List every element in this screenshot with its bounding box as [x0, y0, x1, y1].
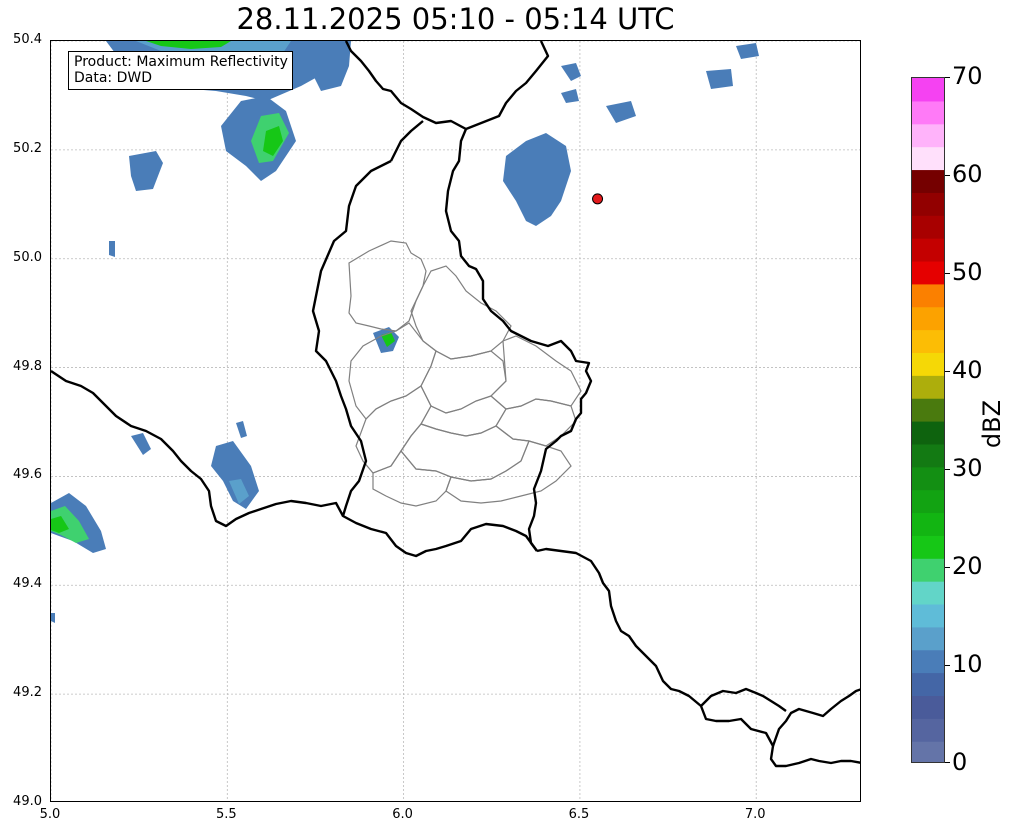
colorbar-segment — [912, 626, 944, 651]
map-gridlines — [51, 41, 860, 801]
radar-echoes — [51, 41, 759, 623]
radar-echo — [561, 89, 579, 103]
colorbar-tick-mark — [945, 762, 950, 763]
colorbar-segment — [912, 306, 944, 331]
colorbar-tick-mark — [945, 371, 950, 372]
radar-echo — [706, 69, 733, 89]
colorbar-gradient — [912, 78, 944, 762]
colorbar-segment — [912, 146, 944, 171]
colorbar-segment — [912, 741, 944, 762]
colorbar-tick-label: 0 — [952, 748, 968, 776]
colorbar-segment — [912, 192, 944, 216]
colorbar-segment — [912, 672, 944, 696]
colorbar-tick-label: 70 — [952, 62, 983, 90]
colorbar-segment — [912, 466, 944, 491]
colorbar-tick-mark — [945, 665, 950, 666]
colorbar-segment — [912, 260, 944, 285]
colorbar-segment — [912, 398, 944, 422]
colorbar-segment — [912, 169, 944, 193]
colorbar-segment — [912, 100, 944, 125]
colorbar-segment — [912, 558, 944, 582]
info-box: Product: Maximum Reflectivity Data: DWD — [68, 51, 293, 90]
colorbar-segment — [912, 329, 944, 353]
colorbar-segment — [912, 581, 944, 605]
colorbar-segment — [912, 123, 944, 148]
radar-echo — [109, 241, 115, 257]
radar-echo — [236, 421, 247, 438]
y-tick-label: 49.4 — [13, 576, 42, 592]
colorbar-segment — [912, 603, 944, 628]
radar-echo — [51, 613, 55, 623]
colorbar-segment — [912, 78, 944, 102]
y-tick-label: 49.8 — [13, 358, 42, 374]
colorbar-segment — [912, 512, 944, 536]
colorbar-segment — [912, 215, 944, 239]
colorbar-tick-mark — [945, 273, 950, 274]
colorbar-tick-mark — [945, 567, 950, 568]
colorbar-tick-label: 20 — [952, 552, 983, 580]
radar-echo — [211, 441, 259, 509]
product-label: Product: Maximum Reflectivity — [74, 54, 288, 70]
colorbar-tick-label: 50 — [952, 258, 983, 286]
colorbar-segment — [912, 283, 944, 308]
colorbar-segment — [912, 695, 944, 719]
colorbar-segment — [912, 375, 944, 399]
district-borders — [348, 240, 582, 507]
colorbar-tick-label: 60 — [952, 160, 983, 188]
x-tick-label: 6.5 — [568, 807, 590, 822]
colorbar-tick-label: 10 — [952, 650, 983, 678]
y-tick-label: 49.6 — [13, 467, 42, 483]
map-panel[interactable] — [50, 40, 861, 802]
location-marker[interactable] — [592, 193, 604, 205]
colorbar-segment — [912, 352, 944, 376]
colorbar-segment — [912, 238, 944, 262]
y-tick-label: 50.2 — [13, 140, 42, 156]
radar-echo — [503, 133, 571, 226]
radar-echo — [306, 41, 351, 91]
colorbar-tick-mark — [945, 175, 950, 176]
x-tick-label: 5.0 — [39, 807, 61, 822]
map-canvas[interactable] — [51, 41, 861, 802]
colorbar-tick-mark — [945, 77, 950, 78]
x-tick-label: 5.5 — [215, 807, 237, 822]
colorbar-segment — [912, 421, 944, 445]
radar-echo — [606, 101, 636, 123]
radar-echo — [561, 63, 581, 81]
data-source-label: Data: DWD — [74, 70, 152, 86]
y-tick-label: 50.0 — [13, 249, 42, 265]
radar-echo — [131, 433, 151, 455]
colorbar-segment — [912, 649, 944, 674]
colorbar-tick-mark — [945, 469, 950, 470]
colorbar-tick-label: 30 — [952, 454, 983, 482]
y-tick-label: 50.4 — [13, 32, 42, 47]
y-tick-label: 49.2 — [13, 685, 42, 701]
colorbar-tick-label: 40 — [952, 356, 983, 384]
x-tick-label: 6.0 — [392, 807, 413, 822]
radar-echo — [129, 151, 163, 191]
colorbar-segment — [912, 489, 944, 514]
radar-echo — [736, 43, 759, 59]
colorbar-segment — [912, 443, 944, 468]
map-title: 28.11.2025 05:10 - 05:14 UTC — [236, 2, 675, 36]
y-tick-label: 49.0 — [13, 794, 42, 809]
colorbar-label: dBZ — [978, 399, 1006, 449]
colorbar-segment — [912, 718, 944, 742]
colorbar — [911, 77, 945, 763]
colorbar-segment — [912, 535, 944, 559]
marker-layer — [592, 193, 604, 205]
x-tick-label: 7.0 — [744, 807, 766, 822]
